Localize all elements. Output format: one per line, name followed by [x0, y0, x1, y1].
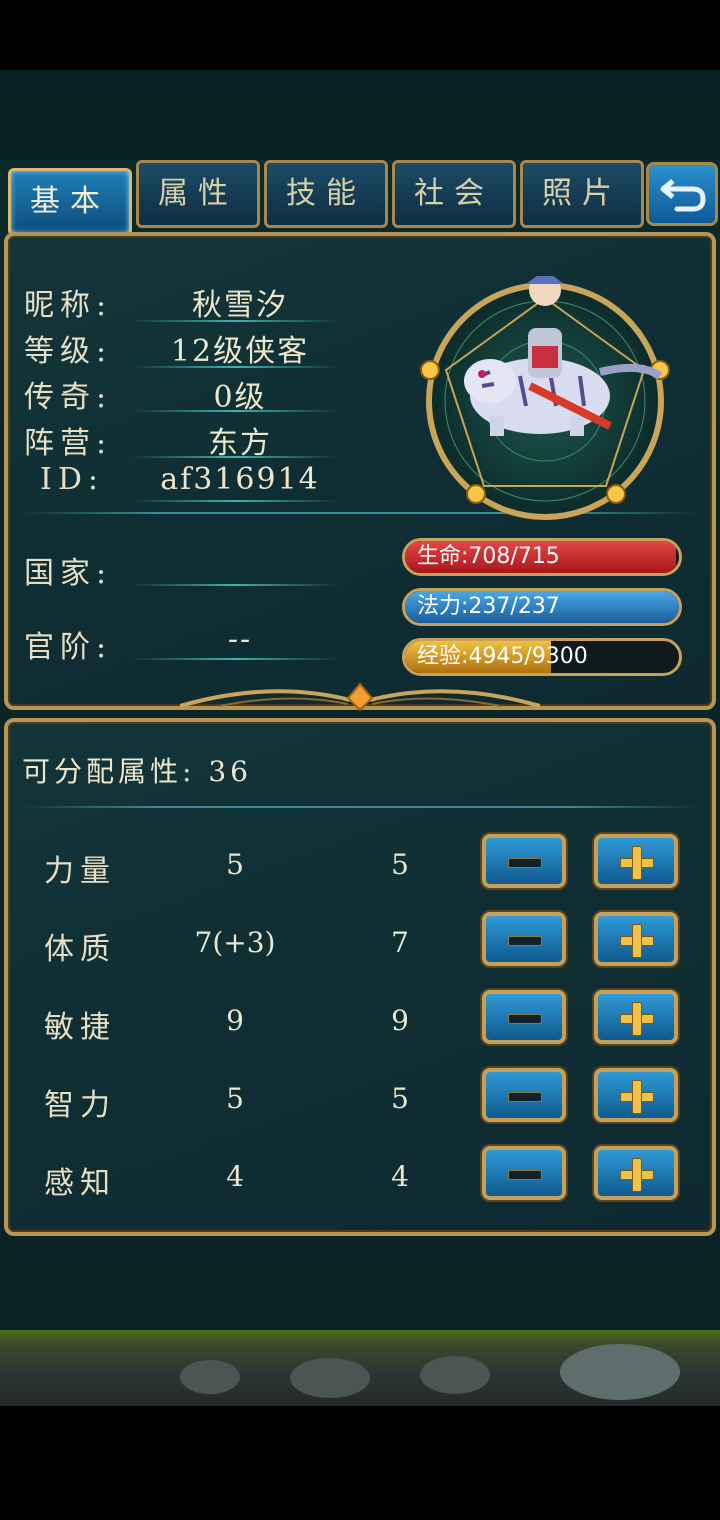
intelligence-minus-button[interactable] [482, 1068, 566, 1122]
legend-label: 传奇: [24, 380, 113, 415]
stat-current-constitution: 7 [391, 926, 409, 959]
exp-text: 经验:4945/9300 [417, 644, 588, 669]
agility-plus-button[interactable] [594, 990, 678, 1044]
rock [420, 1356, 490, 1394]
nickname-underline [130, 320, 340, 322]
ornament-divider [180, 682, 540, 712]
country-label: 国家: [24, 556, 113, 591]
intelligence-plus-button[interactable] [594, 1068, 678, 1122]
tab-basic[interactable]: 基本 [8, 168, 132, 236]
rank-value: -- [227, 622, 253, 657]
tab-photo[interactable]: 照片 [520, 160, 644, 228]
stat-name-perception: 感知 [44, 1166, 116, 1201]
hp-text: 生命:708/715 [417, 544, 560, 569]
constitution-plus-button[interactable] [594, 912, 678, 966]
points-divider [20, 806, 700, 808]
id-value: af316914 [160, 462, 320, 497]
hp-bar: 生命:708/715 [402, 538, 682, 576]
agility-minus-button[interactable] [482, 990, 566, 1044]
minus-icon [508, 936, 542, 946]
tab-skills[interactable]: 技能 [264, 160, 388, 228]
stat-base-constitution: 7(+3) [194, 926, 276, 959]
id-label: ID: [40, 462, 105, 497]
plus-icon-vertical [632, 1080, 642, 1114]
minus-icon [508, 1092, 542, 1102]
plus-icon-vertical [632, 1002, 642, 1036]
plus-icon-vertical [632, 1158, 642, 1192]
minus-icon [508, 1170, 542, 1180]
perception-plus-button[interactable] [594, 1146, 678, 1200]
rank-label: 官阶: [24, 630, 113, 665]
rock [560, 1344, 680, 1400]
rock [290, 1358, 370, 1398]
mp-text: 法力:237/237 [417, 594, 560, 619]
stat-current-intelligence: 5 [391, 1082, 409, 1115]
rock [180, 1360, 240, 1394]
stat-current-perception: 4 [391, 1160, 409, 1193]
strength-plus-button[interactable] [594, 834, 678, 888]
top-band [0, 70, 720, 160]
stat-name-agility: 敏捷 [44, 1010, 116, 1045]
plus-icon-vertical [632, 846, 642, 880]
constitution-minus-button[interactable] [482, 912, 566, 966]
perception-minus-button[interactable] [482, 1146, 566, 1200]
stat-base-intelligence: 5 [226, 1082, 244, 1115]
stat-base-perception: 4 [226, 1160, 244, 1193]
nickname-label: 昵称: [24, 288, 113, 323]
mp-bar: 法力:237/237 [402, 588, 682, 626]
rank-underline [130, 658, 340, 660]
scenery-strip [0, 1330, 720, 1406]
stat-name-strength: 力量 [44, 854, 116, 889]
stat-current-strength: 5 [391, 848, 409, 881]
available-points: 可分配属性: 36 [22, 755, 252, 788]
stat-base-strength: 5 [226, 848, 244, 881]
tab-social[interactable]: 社会 [392, 160, 516, 228]
stat-name-constitution: 体质 [44, 932, 116, 967]
country-underline [130, 584, 340, 586]
strength-minus-button[interactable] [482, 834, 566, 888]
level-underline [130, 366, 340, 368]
stat-current-agility: 9 [391, 1004, 409, 1037]
plus-icon-vertical [632, 924, 642, 958]
minus-icon [508, 858, 542, 868]
character-avatar[interactable] [420, 276, 670, 526]
tab-attributes[interactable]: 属性 [136, 160, 260, 228]
level-label: 等级: [24, 334, 113, 369]
id-underline [130, 500, 340, 502]
legend-underline [130, 410, 340, 412]
return-arrow-icon [660, 179, 706, 212]
stat-base-agility: 9 [226, 1004, 244, 1037]
camp-label: 阵营: [24, 426, 113, 461]
nickname-value: 秋雪汐 [192, 288, 288, 323]
exp-bar: 经验:4945/9300 [402, 638, 682, 676]
back-button[interactable] [646, 162, 718, 226]
minus-icon [508, 1014, 542, 1024]
stat-name-intelligence: 智力 [44, 1088, 116, 1123]
camp-underline [130, 456, 340, 458]
level-value: 12级侠客 [170, 334, 310, 369]
